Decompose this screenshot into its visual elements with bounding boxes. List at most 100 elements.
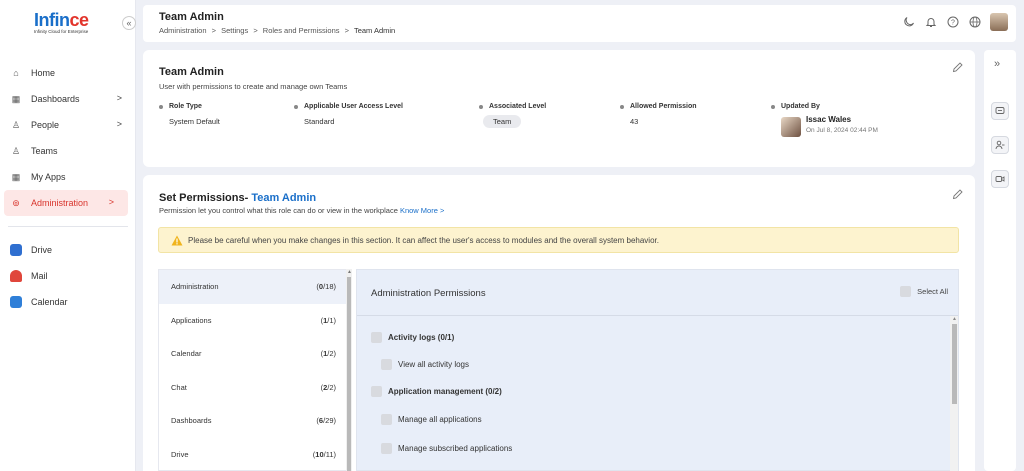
know-more-link[interactable]: Know More > [400, 206, 444, 215]
sidebar-item-my-apps[interactable]: ▦ My Apps [0, 164, 136, 190]
team-icon: ♙ [11, 145, 21, 156]
person-icon: ♙ [11, 119, 21, 130]
sidebar-item-label: People [31, 120, 60, 130]
breadcrumb-separator: > [344, 26, 349, 35]
svg-text:?: ? [951, 20, 955, 27]
permission-group-activity-logs[interactable]: Activity logs (0/1) [371, 332, 454, 343]
edit-pencil-icon[interactable] [952, 62, 963, 76]
access-level-field: Applicable User Access Level Standard [294, 103, 403, 126]
sidebar-item-home[interactable]: ⌂ Home [0, 60, 136, 86]
role-type-label: Role Type [159, 103, 220, 110]
chevron-right-icon: > [108, 197, 114, 207]
sidebar-nav: ⌂ Home ▦ Dashboards > ♙ People > ♙ Teams… [0, 60, 136, 315]
category-calendar[interactable]: Calendar (1/2) [159, 337, 346, 371]
breadcrumb-administration[interactable]: Administration [159, 26, 207, 35]
associated-level-label: Associated Level [479, 103, 546, 110]
permissions-scrollbar[interactable]: ▲ [950, 316, 958, 471]
category-applications[interactable]: Applications (1/1) [159, 304, 346, 338]
permissions-subtitle: Permission let you control what this rol… [159, 206, 445, 215]
category-administration[interactable]: Administration (0/18) [159, 270, 346, 304]
updated-date: On Jul 8, 2024 02:44 PM [806, 127, 878, 134]
sidebar-item-mail[interactable]: Mail [0, 263, 136, 289]
contacts-icon[interactable] [991, 136, 1009, 154]
breadcrumb-roles-permissions[interactable]: Roles and Permissions [263, 26, 340, 35]
checkbox[interactable] [900, 286, 912, 297]
category-scrollbar[interactable]: ▲ [346, 269, 352, 471]
expand-rail-icon[interactable]: » [994, 58, 1000, 70]
sidebar-item-label: Dashboards [31, 94, 80, 104]
scrollbar-thumb[interactable] [952, 324, 957, 404]
chevron-right-icon: > [116, 93, 122, 103]
permission-manage-all-applications[interactable]: Manage all applications [381, 414, 482, 425]
category-list: Administration (0/18) Applications (1/1)… [158, 269, 346, 471]
permission-group-application-management[interactable]: Application management (0/2) [371, 386, 502, 397]
role-details-card: Team Admin User with permissions to crea… [143, 50, 975, 167]
calendar-icon [10, 296, 22, 308]
select-all-checkbox[interactable]: Select All [900, 286, 948, 297]
sidebar: Infince Infinity Cloud for Enterprise « … [0, 0, 136, 471]
sidebar-item-people[interactable]: ♙ People > [0, 112, 136, 138]
globe-icon[interactable] [968, 15, 982, 29]
updater-avatar [781, 117, 801, 137]
permissions-role-name: Team Admin [251, 192, 317, 204]
role-description: User with permissions to create and mana… [159, 82, 348, 91]
admin-icon: ⊚ [12, 197, 20, 208]
sidebar-item-label: Calendar [31, 297, 68, 307]
help-icon[interactable]: ? [946, 15, 960, 29]
breadcrumb-settings[interactable]: Settings [221, 26, 248, 35]
allowed-permission-label: Allowed Permission [620, 103, 697, 110]
right-rail: » [984, 50, 1016, 471]
role-type-field: Role Type System Default [159, 103, 220, 126]
video-icon[interactable] [991, 170, 1009, 188]
infince-logo[interactable]: Infince Infinity Cloud for Enterprise [34, 11, 98, 37]
drive-icon [10, 244, 22, 256]
warning-text: Please be careful when you make changes … [188, 235, 659, 245]
checkbox[interactable] [381, 443, 392, 454]
dashboard-icon: ▦ [11, 93, 21, 104]
edit-pencil-icon[interactable] [952, 189, 963, 203]
bell-icon[interactable] [924, 15, 938, 29]
warning-icon [171, 235, 183, 245]
page-title: Team Admin [159, 11, 224, 23]
breadcrumb-separator: > [253, 26, 258, 35]
category-drive[interactable]: Drive (10/11) [159, 438, 346, 471]
chat-icon[interactable] [991, 102, 1009, 120]
permissions-panel: Administration Permissions Select All Ac… [356, 269, 959, 471]
role-title: Team Admin [159, 66, 224, 78]
select-all-label: Select All [917, 287, 948, 296]
sidebar-item-calendar[interactable]: Calendar [0, 289, 136, 315]
category-chat[interactable]: Chat (2/2) [159, 371, 346, 405]
permissions-panel-title: Administration Permissions [371, 288, 486, 299]
updated-by-label: Updated By [771, 103, 931, 110]
scroll-up-icon[interactable]: ▲ [347, 269, 352, 275]
checkbox[interactable] [371, 386, 382, 397]
checkbox[interactable] [381, 414, 392, 425]
permissions-title: Set Permissions- Team Admin [159, 192, 317, 204]
sidebar-divider [8, 226, 128, 227]
scrollbar-thumb[interactable] [347, 277, 351, 471]
associated-level-field: Associated Level Team [479, 103, 546, 128]
updated-by-field: Updated By Issac Wales On Jul 8, 2024 02… [771, 103, 931, 153]
logo-main: Infin [34, 10, 70, 30]
sidebar-item-drive[interactable]: Drive [0, 237, 136, 263]
apps-icon: ▦ [11, 171, 21, 182]
permission-view-all-activity-logs[interactable]: View all activity logs [381, 359, 469, 370]
header-actions: ? [902, 13, 1008, 31]
permission-manage-subscribed-applications[interactable]: Manage subscribed applications [381, 443, 512, 454]
user-avatar[interactable] [990, 13, 1008, 31]
checkbox[interactable] [371, 332, 382, 343]
top-header: Team Admin Administration > Settings > R… [143, 5, 1016, 42]
scroll-up-icon[interactable]: ▲ [952, 316, 957, 322]
collapse-sidebar-button[interactable]: « [122, 16, 136, 30]
sidebar-item-dashboards[interactable]: ▦ Dashboards > [0, 86, 136, 112]
access-level-label: Applicable User Access Level [294, 103, 403, 110]
checkbox[interactable] [381, 359, 392, 370]
moon-icon[interactable] [902, 15, 916, 29]
sidebar-item-teams[interactable]: ♙ Teams [0, 138, 136, 164]
associated-level-badge: Team [483, 115, 522, 128]
warning-banner: Please be careful when you make changes … [158, 227, 959, 253]
home-icon: ⌂ [13, 68, 19, 78]
sidebar-item-administration[interactable]: ⊚ Administration > [4, 190, 128, 216]
category-dashboards[interactable]: Dashboards (6/29) [159, 404, 346, 438]
sidebar-item-label: Administration [31, 198, 89, 208]
